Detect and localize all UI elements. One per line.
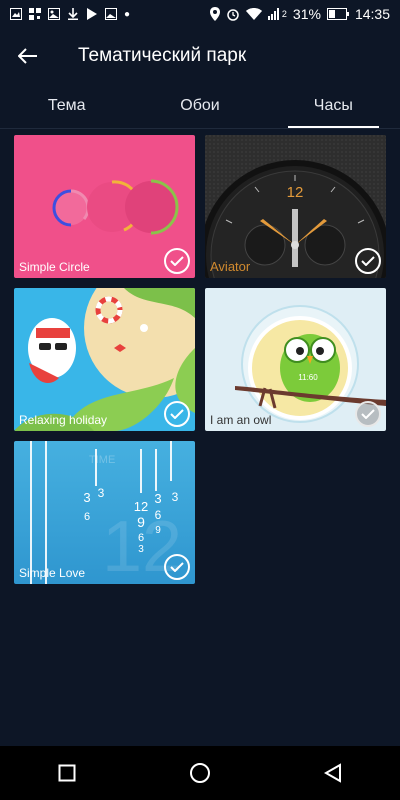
digit: 6 [155,508,162,522]
triangle-back-icon [324,763,342,783]
digit: 12 [134,499,148,514]
digit: 3 [138,544,144,555]
tab-bar: Тема Обои Часы [0,84,400,128]
wifi-icon [245,8,262,20]
digit: 6 [84,511,90,523]
clock-card-simple-circle[interactable]: Simple Circle [14,135,195,278]
digit: 9 [137,514,145,530]
back-nav-button[interactable] [303,746,363,800]
clock-label: Relaxing holiday [19,413,108,427]
clock-label: Aviator [210,259,251,274]
selected-check-icon [355,401,381,427]
battery-percent: 31% [292,6,321,22]
navigation-bar [0,746,400,800]
home-button[interactable] [170,746,230,800]
aviator-dial-number: 12 [287,184,304,201]
clock-card-simple-love[interactable]: 12 TIME 3 6 3 12 9 6 3 3 6 9 3 Simple Lo… [14,441,195,584]
image-icon-2 [105,8,117,20]
clock-card-aviator[interactable]: 12 Aviator [205,135,386,278]
clock-label: Simple Love [19,566,86,580]
digit: 3 [98,486,105,500]
alarm-icon [227,9,239,21]
play-store-icon [87,8,97,20]
circle-icon [189,763,210,783]
recents-button[interactable] [37,746,97,800]
back-button[interactable] [0,28,56,84]
tab-wallpaper-label: Обои [180,97,220,114]
selected-check-icon [164,554,190,580]
simple-love-watermark-text: TIME [89,454,115,466]
tab-clock-label: Часы [313,97,353,114]
battery-icon [326,8,349,20]
digit: 6 [138,532,144,544]
arrow-left-icon [18,48,37,64]
clock-card-relaxing-holiday[interactable]: Relaxing holiday [14,288,195,431]
square-icon [58,764,76,782]
tab-clock[interactable]: Часы [267,84,400,128]
system-icons: 2 31% 14:35 [209,6,390,22]
digit: 3 [83,490,90,505]
selected-check-icon [164,401,190,427]
clock-grid: Simple Circle 12 Aviator Relaxing holida… [14,135,386,584]
tab-wallpaper[interactable]: Обои [133,84,266,128]
download-icon [68,8,78,20]
tab-theme[interactable]: Тема [0,84,133,128]
page-title: Тематический парк [78,45,247,66]
gallery-icon [10,8,22,20]
location-icon [209,7,220,21]
digit: 9 [155,525,161,536]
qr-icon [29,8,41,20]
notification-icons: ● [10,8,130,20]
digit: 3 [154,491,161,506]
more-dot-icon: ● [124,8,131,20]
tab-divider [0,128,400,129]
clock-label: Simple Circle [19,260,90,274]
clock-card-owl[interactable]: 11:60 I am an owl [205,288,386,431]
app-bar: Тематический парк [0,28,400,84]
clock-label: I am an owl [210,413,272,427]
selected-check-icon [355,248,381,274]
clock-time: 14:35 [354,6,390,22]
owl-time-display: 11:60 [298,373,318,382]
digit: 3 [172,490,179,504]
signal-icon [267,8,279,20]
tab-theme-label: Тема [47,97,86,114]
selected-check-icon [164,248,190,274]
image-icon [48,8,60,20]
sim-slot: 2 [281,9,287,19]
status-bar: ● 2 31% 14:35 [0,0,400,28]
